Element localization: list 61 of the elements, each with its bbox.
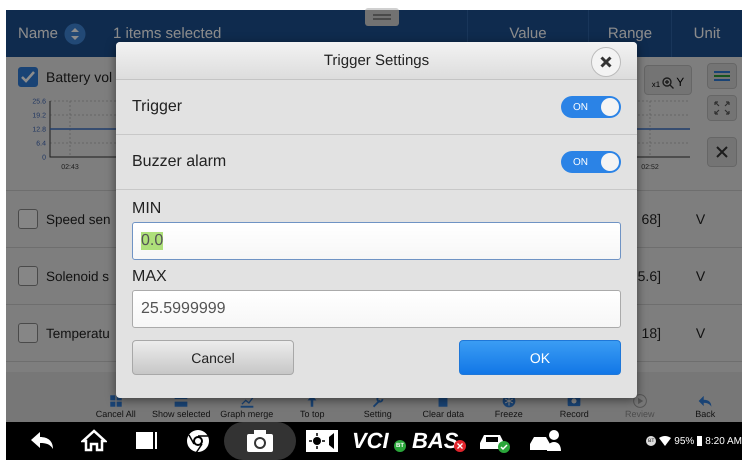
toolbar-button[interactable]: Graph merge: [214, 372, 280, 422]
grid-icon: [108, 394, 123, 408]
unit-value: V: [696, 211, 706, 227]
checkbox[interactable]: [18, 209, 38, 229]
checkbox[interactable]: [18, 67, 38, 87]
cancel-button[interactable]: Cancel: [132, 340, 294, 375]
unit-value: V: [696, 268, 706, 284]
clock: 8:20 AM: [705, 436, 742, 446]
home-icon[interactable]: [81, 428, 107, 454]
sensor-name: Temperatu: [46, 326, 110, 340]
dialog-title: Trigger Settings: [324, 52, 430, 69]
selection-count: 1 items selected: [113, 25, 222, 42]
field-label: MAX: [132, 268, 167, 286]
range-value: 68]: [642, 211, 661, 227]
toggle-switch[interactable]: ON: [561, 151, 621, 173]
input-field[interactable]: 0.0: [132, 222, 621, 260]
column-header: Name: [18, 25, 58, 42]
app-label: VCI: [352, 428, 389, 454]
car-person-icon[interactable]: [529, 429, 563, 453]
sensor-name: Battery vol: [46, 69, 112, 85]
unit-value: V: [696, 325, 706, 341]
range-value: 18]: [642, 325, 661, 341]
expand-button[interactable]: [707, 95, 737, 121]
app-shortcut[interactable]: BAS: [412, 428, 468, 454]
range-value: 5.6]: [638, 268, 661, 284]
zoom-in-icon: [662, 77, 674, 89]
close-button[interactable]: [591, 47, 621, 77]
close-icon: [600, 56, 612, 68]
play-icon: [632, 394, 647, 408]
setting-label: Trigger: [132, 98, 182, 116]
app-label: BAS: [412, 428, 458, 454]
battery-percent: 95%: [674, 436, 694, 446]
setting-label: Buzzer alarm: [132, 153, 226, 171]
ok-button[interactable]: OK: [459, 340, 621, 375]
sensor-name: Solenoid s: [46, 268, 110, 284]
battery-icon: [697, 436, 702, 446]
back-arrow-icon: [698, 394, 712, 408]
input-field[interactable]: 25.5999999: [132, 290, 621, 328]
close-icon: [716, 146, 728, 158]
column-header: Unit: [694, 25, 720, 42]
column-header: Value: [509, 25, 547, 42]
expand-icon: [714, 101, 730, 115]
checkbox[interactable]: [18, 323, 38, 343]
column-header: Range: [608, 25, 652, 42]
toolbar-button[interactable]: Setting: [345, 372, 410, 422]
browser-icon[interactable]: [185, 428, 211, 454]
check-icon: [21, 71, 35, 83]
toolbar-button[interactable]: To top: [280, 372, 345, 422]
toolbar-button[interactable]: Back: [672, 372, 738, 422]
drag-handle-icon[interactable]: [365, 8, 399, 26]
checkbox[interactable]: [18, 266, 38, 286]
lines-icon: [713, 70, 731, 82]
field-label: MIN: [132, 200, 162, 218]
toggle-switch[interactable]: ON: [561, 96, 621, 118]
sensor-name: Speed sen: [46, 212, 111, 226]
cross-icon: [457, 443, 463, 449]
wifi-icon: [659, 436, 672, 446]
camera-icon[interactable]: [246, 429, 274, 453]
display-settings-icon[interactable]: [305, 429, 339, 453]
sort-icon[interactable]: [64, 22, 86, 44]
zoom-y-button[interactable]: x1 Y: [644, 65, 692, 95]
